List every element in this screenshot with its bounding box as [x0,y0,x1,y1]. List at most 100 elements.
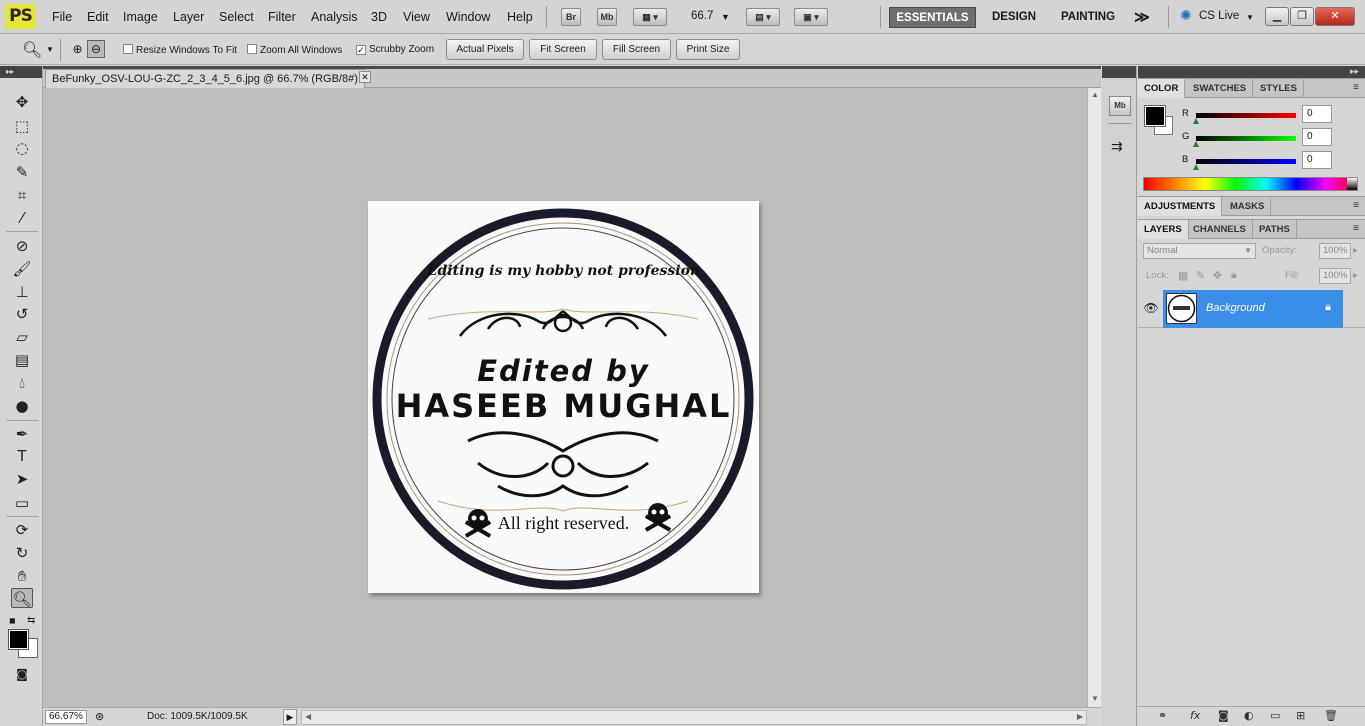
green-thumb[interactable] [1193,141,1199,147]
tab-styles[interactable]: STYLES [1254,79,1304,98]
red-track[interactable] [1196,113,1296,118]
color-spectrum-bar[interactable] [1143,177,1358,191]
opacity-field[interactable]: 100% [1319,243,1351,259]
red-thumb[interactable] [1193,118,1199,124]
mini-bridge-button[interactable]: Mb [597,8,617,26]
link-layers-icon[interactable]: ⚭ [1158,709,1167,722]
scroll-up-icon[interactable]: ▲ [1091,90,1099,99]
blend-mode-select[interactable]: Normal ▼ [1143,243,1256,259]
workspace-design[interactable]: DESIGN [984,7,1044,28]
chevron-down-icon[interactable]: ▼ [1244,244,1252,258]
screen-mode-dropdown[interactable]: ▣ ▾ [794,8,828,26]
extras-dropdown[interactable]: ▦ ▾ [633,8,667,26]
scroll-left-icon[interactable]: ◀ [305,712,311,721]
adjustment-layer-icon[interactable]: ◐ [1244,709,1254,722]
lock-all-icon[interactable]: 🔒︎ [1231,269,1237,282]
fx-icon[interactable]: fx [1190,709,1200,722]
3d-orbit-tool-icon[interactable]: ↻ [11,543,33,563]
fill-field[interactable]: 100% [1319,268,1351,284]
status-zoom-field[interactable]: 66.67% [45,710,87,724]
eraser-tool-icon[interactable]: ▱ [11,327,33,347]
menu-analysis[interactable]: Analysis [311,10,358,24]
arrange-documents-dropdown[interactable]: ▤ ▾ [746,8,780,26]
rectangle-tool-icon[interactable]: ▭ [11,493,33,513]
new-group-icon[interactable]: ▭ [1270,709,1280,722]
scrubby-zoom-checkbox[interactable]: ✓ Scrubby Zoom [356,44,434,55]
new-layer-icon[interactable]: ⊞ [1296,709,1305,722]
pen-tool-icon[interactable]: ✒ [11,424,33,444]
scroll-right-icon[interactable]: ▶ [1077,712,1083,721]
opacity-arrow-icon[interactable]: ▸ [1353,245,1358,256]
mini-bridge-panel-icon[interactable]: Mb [1109,96,1131,116]
menu-file[interactable]: File [52,10,72,24]
blue-track[interactable] [1196,159,1296,164]
delete-layer-icon[interactable]: 🗑︎ [1324,709,1338,722]
green-value-field[interactable]: 0 [1302,128,1332,146]
fill-screen-button[interactable]: Fill Screen [602,39,671,60]
chevron-down-icon[interactable]: ▼ [1246,13,1254,22]
menu-edit[interactable]: Edit [87,10,109,24]
collapse-panels-icon[interactable]: ▸▸ [1350,66,1359,77]
brush-tool-icon[interactable]: 🖌︎ [11,259,33,279]
fit-screen-button[interactable]: Fit Screen [529,39,597,60]
status-menu-arrow-icon[interactable]: ▶ [283,709,297,725]
3d-rotate-tool-icon[interactable]: ⟳ [11,520,33,540]
tools-panel-collapse-icon[interactable]: ▸▸ [0,66,42,78]
lock-image-icon[interactable]: ✎ [1196,269,1205,282]
tab-swatches[interactable]: SWATCHES [1187,79,1254,98]
menu-image[interactable]: Image [123,10,158,24]
default-colors-icon[interactable]: ◼ [9,616,16,625]
document-tab[interactable]: BeFunky_OSV-LOU-G-ZC_2_3_4_5_6.jpg @ 66.… [45,69,365,88]
blue-thumb[interactable] [1193,164,1199,170]
dodge-tool-icon[interactable]: ● [11,396,33,416]
quick-mask-icon[interactable]: ◙ [11,664,33,684]
tab-masks[interactable]: MASKS [1224,197,1272,216]
tab-channels[interactable]: CHANNELS [1187,220,1253,239]
blue-value-field[interactable]: 0 [1302,151,1332,169]
scroll-down-icon[interactable]: ▼ [1091,694,1099,703]
horizontal-scrollbar[interactable]: ◀ ▶ [301,710,1087,725]
resize-windows-checkbox[interactable]: Resize Windows To Fit [123,44,237,56]
eyedropper-tool-icon[interactable]: ⁄ [11,208,33,228]
menu-3d[interactable]: 3D [371,10,387,24]
menu-filter[interactable]: Filter [268,10,296,24]
menu-help[interactable]: Help [507,10,533,24]
path-selection-tool-icon[interactable]: ➤ [11,469,33,489]
hand-tool-icon[interactable]: ✋︎ [11,566,33,586]
eye-icon[interactable]: 👁︎ [1142,299,1160,317]
fill-arrow-icon[interactable]: ▸ [1353,270,1358,281]
marquee-tool-icon[interactable]: ⬚ [11,116,33,136]
red-value-field[interactable]: 0 [1302,105,1332,123]
workspace-painting[interactable]: PAINTING [1053,7,1123,28]
checkbox-checked[interactable]: ✓ [356,45,366,55]
panel-menu-icon[interactable]: ≡ [1353,200,1359,211]
swap-colors-icon[interactable]: ⇆ [27,615,35,626]
foreground-color-swatch[interactable] [1144,105,1166,127]
bridge-button[interactable]: Br [561,8,581,26]
add-mask-icon[interactable]: ◙ [1218,709,1229,722]
layer-name[interactable]: Background [1206,302,1265,314]
menu-window[interactable]: Window [446,10,490,24]
minimize-button[interactable]: ▁ [1265,7,1289,26]
foreground-color-swatch[interactable] [8,629,29,650]
type-tool-icon[interactable]: T [11,446,33,466]
healing-brush-tool-icon[interactable]: ⊘ [11,236,33,256]
quick-selection-tool-icon[interactable]: ✎ [11,162,33,182]
layer-selected-background[interactable]: Background 🔒︎ [1163,290,1343,328]
canvas-area[interactable]: Editing is my hobby not profession Edite… [43,88,1087,707]
print-size-button[interactable]: Print Size [676,39,740,60]
checkbox-box[interactable] [123,44,133,54]
zoom-level-dropdown[interactable]: 66.7 [691,10,713,22]
move-tool-icon[interactable]: ✥ [11,92,33,112]
more-workspaces-icon[interactable]: ≫ [1131,7,1153,28]
cs-live-menu[interactable]: CS Live [1199,10,1239,22]
chevron-down-icon[interactable]: ▼ [46,45,54,54]
zoom-tool-icon[interactable]: 🔍︎ [11,588,33,608]
menu-view[interactable]: View [403,10,430,24]
clone-stamp-tool-icon[interactable]: ⊥ [11,282,33,302]
green-track[interactable] [1196,136,1296,141]
vertical-scrollbar[interactable]: ▲ ▼ [1087,88,1101,707]
lock-transparent-icon[interactable]: ▦ [1178,269,1188,282]
tab-paths[interactable]: PATHS [1253,220,1297,239]
menu-layer[interactable]: Layer [173,10,204,24]
